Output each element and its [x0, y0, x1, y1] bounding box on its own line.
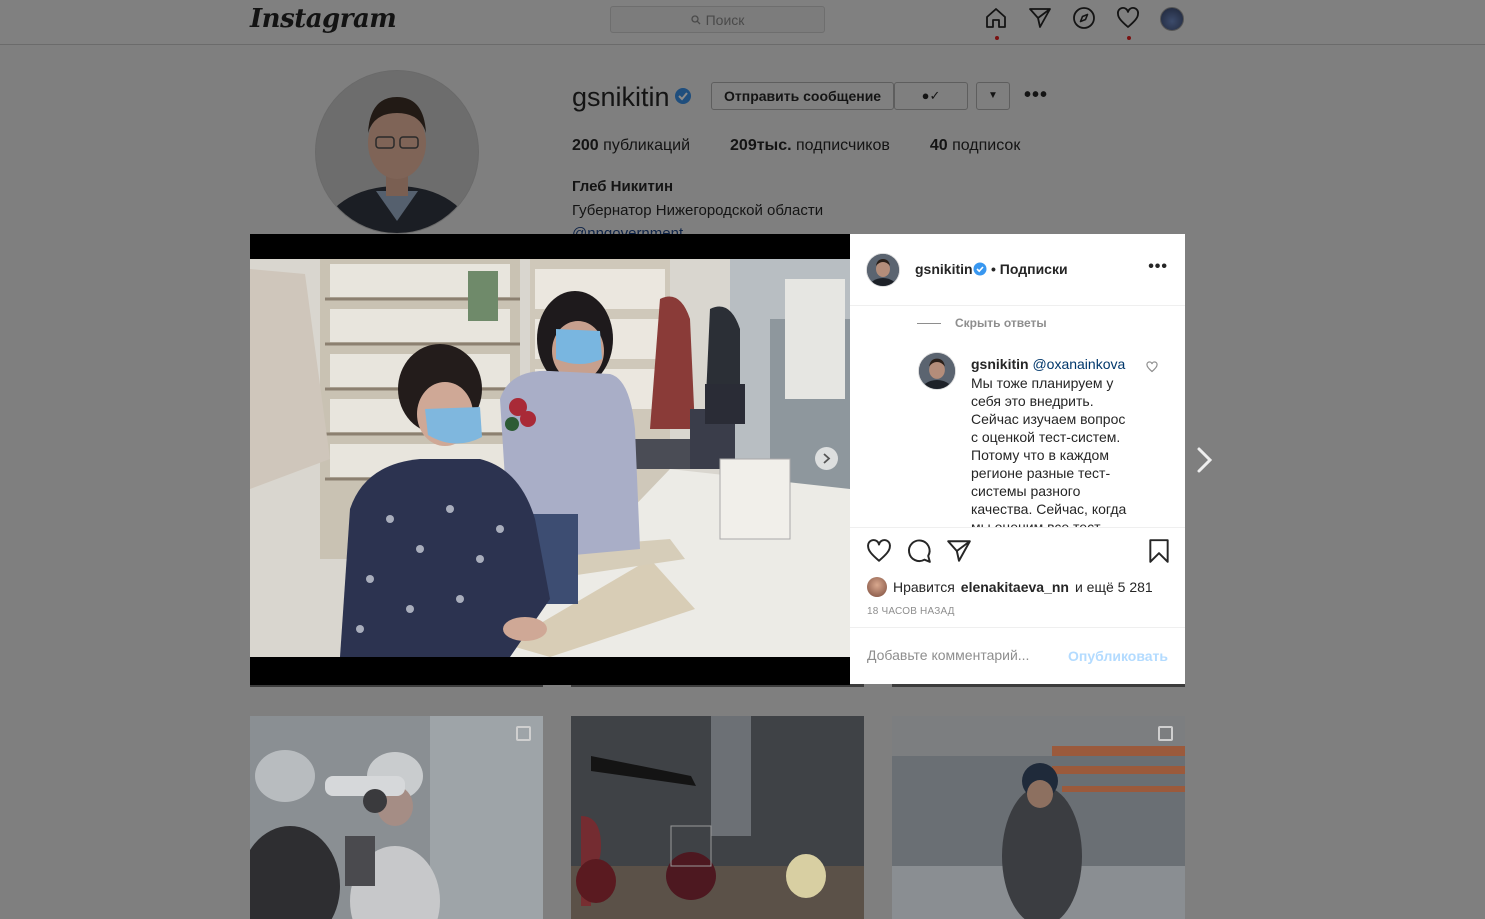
share-direct-icon[interactable] [946, 538, 972, 564]
profile-stats: 200 публикаций 209тыс. подписчиков 40 по… [572, 137, 1020, 155]
likes-user[interactable]: elenakitaeva_nn [961, 579, 1069, 595]
post-options-icon[interactable]: ••• [1148, 258, 1168, 276]
following-count[interactable]: 40 подписок [930, 137, 1020, 155]
profile-bio-link[interactable]: @nngovernment [572, 225, 683, 234]
verified-badge-icon [675, 88, 691, 104]
suggestions-dropdown-button[interactable]: ▼ [976, 82, 1010, 110]
post-photo[interactable] [250, 259, 850, 657]
replies-divider-line [917, 322, 941, 324]
post-media-viewer [250, 234, 850, 685]
instagram-logo[interactable]: Instagram [250, 4, 397, 34]
grid-post-tile[interactable] [250, 716, 543, 919]
posts-count: 200 публикаций [572, 137, 691, 154]
post-details-panel: gsnikitin • Подписки ••• Скрыть ответы g… [850, 234, 1185, 684]
liker-avatar [867, 577, 887, 597]
bookmark-icon[interactable] [1146, 538, 1172, 564]
profile-avatar[interactable] [1160, 6, 1184, 34]
profile-avatar-large[interactable] [315, 70, 479, 234]
nav-avatar-image [1160, 7, 1184, 31]
carousel-indicator-icon [516, 726, 531, 741]
home-notification-dot [995, 36, 999, 40]
profile-username: gsnikitin [572, 82, 670, 112]
direct-icon[interactable] [1028, 6, 1052, 34]
grid-post-tile[interactable] [892, 716, 1185, 919]
home-icon[interactable] [984, 6, 1008, 40]
search-input[interactable]: Поиск [610, 6, 825, 33]
next-post-chevron-icon[interactable] [1195, 446, 1215, 474]
top-nav-icons [984, 6, 1184, 40]
send-message-button[interactable]: Отправить сообщение [711, 82, 895, 110]
profile-bio: Губернатор Нижегородской области [572, 202, 824, 219]
hide-replies-button[interactable]: Скрыть ответы [917, 316, 1047, 330]
search-placeholder: Поиск [705, 11, 745, 28]
search-icon [690, 14, 701, 24]
followers-count[interactable]: 209тыс. подписчиков [730, 137, 890, 155]
profile-full-name: Глеб Никитин [572, 178, 674, 195]
activity-heart-icon[interactable] [1116, 6, 1140, 40]
activity-notification-dot [1127, 36, 1131, 40]
grid-post-tile[interactable] [571, 716, 864, 919]
likes-suffix[interactable]: и ещё 5 281 [1075, 579, 1153, 595]
profile-options-icon[interactable]: ••• [1024, 84, 1048, 107]
post-author-username[interactable]: gsnikitin [915, 261, 973, 277]
chevron-down-icon: ▼ [988, 90, 998, 101]
post-author-avatar[interactable] [866, 253, 900, 287]
reply-mention[interactable]: @oxanainkova [1032, 356, 1125, 372]
comments-list[interactable]: Скрыть ответы gsnikitin @oxanainkova Мы … [850, 306, 1185, 527]
add-comment-form: Опубликовать [850, 627, 1185, 685]
post-actions: Нравится elenakitaeva_nn и ещё 5 281 18 … [850, 527, 1185, 628]
likes-prefix: Нравится [893, 579, 955, 595]
top-navigation-bar: Instagram Поиск [0, 0, 1485, 45]
carousel-indicator-icon [1158, 726, 1173, 741]
verified-badge-icon [973, 262, 987, 276]
reply-text: Мы тоже планируем у себя это внедрить. С… [971, 375, 1127, 527]
following-button[interactable]: ●✓ [894, 82, 968, 110]
publish-button[interactable]: Опубликовать [1068, 648, 1168, 664]
reply-author-username[interactable]: gsnikitin [971, 356, 1029, 372]
reply-header: gsnikitin @oxanainkova [971, 356, 1125, 372]
explore-icon[interactable] [1072, 6, 1096, 34]
post-timestamp[interactable]: 18 часов назад [867, 606, 955, 617]
carousel-next-button[interactable] [815, 447, 838, 470]
hide-replies-label: Скрыть ответы [955, 316, 1047, 330]
comment-like-heart-icon[interactable] [1146, 361, 1158, 373]
comment-input[interactable] [867, 647, 1057, 663]
post-header: gsnikitin • Подписки ••• [850, 234, 1185, 306]
likes-summary[interactable]: Нравится elenakitaeva_nn и ещё 5 281 [867, 577, 1153, 597]
follow-status[interactable]: • Подписки [991, 261, 1068, 277]
comment-bubble-icon[interactable] [906, 538, 932, 564]
like-heart-icon[interactable] [866, 538, 892, 564]
reply-author-avatar[interactable] [918, 352, 956, 390]
chevron-right-icon [823, 453, 831, 464]
following-check-icon: ✓ [929, 88, 941, 103]
